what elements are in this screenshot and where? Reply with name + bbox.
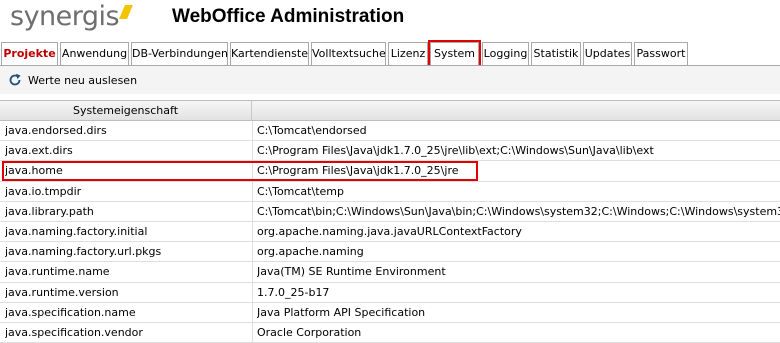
tab-kartendienste[interactable]: Kartendienste	[230, 42, 309, 65]
tab-bar: Projekte Anwendung DB-Verbindungen Karte…	[0, 40, 780, 67]
property-value: Java(TM) SE Runtime Environment	[257, 265, 446, 279]
table-row[interactable]: java.io.tmpdir C:\Tomcat\temp	[0, 181, 780, 202]
column-header-property[interactable]: Systemeigenschaft	[0, 101, 252, 121]
table-row[interactable]: java.home C:\Program Files\Java\jdk1.7.0…	[0, 161, 780, 182]
table-row[interactable]: java.ext.dirs C:\Program Files\Java\jdk1…	[0, 141, 780, 162]
tab-projekte[interactable]: Projekte	[1, 42, 58, 65]
tab-logging[interactable]: Logging	[482, 42, 529, 65]
table-row[interactable]: java.endorsed.dirs C:\Tomcat\endorsed	[0, 121, 780, 142]
property-value: C:\Program Files\Java\jdk1.7.0_25\jre	[257, 164, 459, 178]
property-value: Oracle Corporation	[257, 325, 362, 339]
refresh-icon	[9, 73, 21, 86]
page-title: WebOffice Administration	[172, 6, 405, 27]
property-value: C:\Program Files\Java\jdk1.7.0_25\jre\li…	[257, 144, 654, 158]
property-name: java.naming.factory.url.pkgs	[5, 245, 162, 259]
tab-db-verbindungen[interactable]: DB-Verbindungen	[131, 42, 228, 65]
property-value: 1.7.0_25-b17	[257, 285, 330, 299]
tab-anwendung[interactable]: Anwendung	[60, 42, 129, 65]
property-name: java.specification.name	[5, 305, 136, 319]
tab-passwort[interactable]: Passwort	[634, 42, 688, 65]
table-row[interactable]: java.runtime.version 1.7.0_25-b17	[0, 282, 780, 303]
property-name: java.endorsed.dirs	[5, 124, 107, 137]
table-row[interactable]: java.library.path C:\Tomcat\bin;C:\Windo…	[0, 201, 780, 222]
logo: synergis	[10, 1, 120, 32]
property-value: C:\Tomcat\endorsed	[257, 124, 367, 137]
logo-mark-icon	[119, 5, 133, 19]
property-name: java.runtime.version	[5, 285, 119, 299]
tab-statistik[interactable]: Statistik	[531, 42, 581, 65]
tab-lizenz[interactable]: Lizenz	[388, 42, 428, 65]
property-value: org.apache.naming.java.javaURLContextFac…	[257, 224, 522, 238]
property-name: java.specification.vendor	[5, 325, 143, 339]
property-name: java.io.tmpdir	[5, 184, 82, 198]
property-name: java.library.path	[5, 204, 94, 218]
reload-values-label: Werte neu auslesen	[28, 73, 138, 87]
property-value: C:\Tomcat\bin;C:\Windows\Sun\Java\bin;C:…	[257, 204, 780, 218]
reload-values-button[interactable]: Werte neu auslesen	[8, 72, 137, 88]
tab-volltextsuche[interactable]: Volltextsuche	[311, 42, 386, 65]
property-name: java.naming.factory.initial	[5, 224, 148, 238]
table-row[interactable]: java.runtime.name Java(TM) SE Runtime En…	[0, 262, 780, 283]
tab-system[interactable]: System	[428, 40, 481, 67]
table-row[interactable]: java.naming.factory.initial org.apache.n…	[0, 221, 780, 243]
property-name: java.ext.dirs	[5, 144, 73, 158]
table-row[interactable]: java.specification.name Java Platform AP…	[0, 302, 780, 323]
toolbar: Werte neu auslesen	[0, 66, 780, 94]
table-row[interactable]: java.naming.factory.url.pkgs org.apache.…	[0, 242, 780, 263]
property-name: java.home	[5, 164, 63, 178]
tab-updates[interactable]: Updates	[583, 42, 632, 65]
property-value: org.apache.naming	[257, 245, 364, 259]
system-properties-table: Systemeigenschaft java.endorsed.dirs C:\…	[0, 100, 780, 343]
table-row[interactable]: java.specification.vendor Oracle Corpora…	[0, 322, 780, 343]
property-value: Java Platform API Specification	[257, 305, 426, 319]
header: synergis WebOffice Administration	[0, 0, 780, 40]
property-name: java.runtime.name	[5, 265, 110, 279]
property-value: C:\Tomcat\temp	[257, 184, 344, 198]
column-header-value[interactable]	[253, 101, 780, 121]
table-header: Systemeigenschaft	[0, 100, 780, 121]
